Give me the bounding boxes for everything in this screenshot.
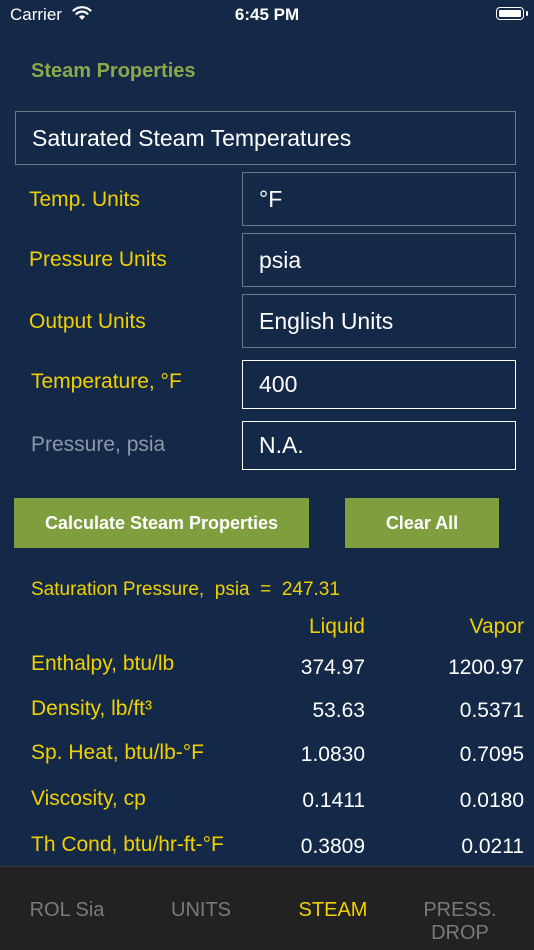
temperature-input[interactable]: 400	[242, 360, 516, 409]
vapor-column-header: Vapor	[469, 615, 524, 638]
row-label-density: Density, lb/ft³	[31, 697, 152, 720]
thermal-conductivity-vapor: 0.0211	[461, 835, 524, 858]
density-vapor: 0.5371	[459, 699, 524, 722]
pressure-units-selector[interactable]: psia	[242, 233, 516, 287]
enthalpy-vapor: 1200.97	[448, 656, 524, 679]
specific-heat-vapor: 0.7095	[459, 743, 524, 766]
enthalpy-liquid: 374.97	[300, 656, 365, 679]
pressure-units-label: Pressure Units	[29, 248, 167, 271]
saturation-pressure: Saturation Pressure, psia = 247.31	[31, 579, 340, 601]
tab-steam[interactable]: STEAM	[266, 899, 400, 922]
viscosity-vapor: 0.0180	[459, 789, 524, 812]
output-units-selector[interactable]: English Units	[242, 294, 516, 348]
thermal-conductivity-liquid: 0.3809	[300, 835, 365, 858]
mode-selector[interactable]: Saturated Steam Temperatures	[15, 111, 516, 165]
pressure-label: Pressure, psia	[31, 433, 166, 456]
pressure-input[interactable]: N.A.	[242, 421, 516, 470]
row-label-viscosity: Viscosity, cp	[31, 787, 146, 810]
tab-bar: ROL Sia UNITS STEAM PRESS. DROP	[0, 866, 534, 950]
temperature-label: Temperature, °F	[31, 370, 182, 393]
saturation-pressure-label: Saturation Pressure, psia =	[31, 579, 272, 600]
saturation-pressure-value: 247.31	[281, 579, 340, 600]
density-liquid: 53.63	[312, 699, 365, 722]
output-units-label: Output Units	[29, 310, 146, 333]
temp-units-selector[interactable]: °F	[242, 172, 516, 226]
clear-all-button[interactable]: Clear All	[345, 498, 499, 548]
status-bar: Carrier 6:45 PM	[0, 0, 534, 32]
battery-icon	[496, 7, 528, 20]
row-label-enthalpy: Enthalpy, btu/lb	[31, 652, 175, 675]
tab-rol-sia[interactable]: ROL Sia	[0, 899, 134, 922]
liquid-column-header: Liquid	[308, 615, 365, 638]
page-title: Steam Properties	[31, 60, 196, 82]
calculate-button[interactable]: Calculate Steam Properties	[14, 498, 309, 548]
specific-heat-liquid: 1.0830	[300, 743, 365, 766]
viscosity-liquid: 0.1411	[302, 789, 365, 812]
row-label-thermal-conductivity: Th Cond, btu/hr-ft-°F	[31, 833, 224, 856]
tab-press-drop[interactable]: PRESS. DROP	[393, 899, 527, 945]
temp-units-label: Temp. Units	[29, 188, 140, 211]
clock: 6:45 PM	[234, 5, 300, 24]
row-label-specific-heat: Sp. Heat, btu/lb-°F	[31, 741, 204, 764]
tab-units[interactable]: UNITS	[134, 899, 268, 922]
